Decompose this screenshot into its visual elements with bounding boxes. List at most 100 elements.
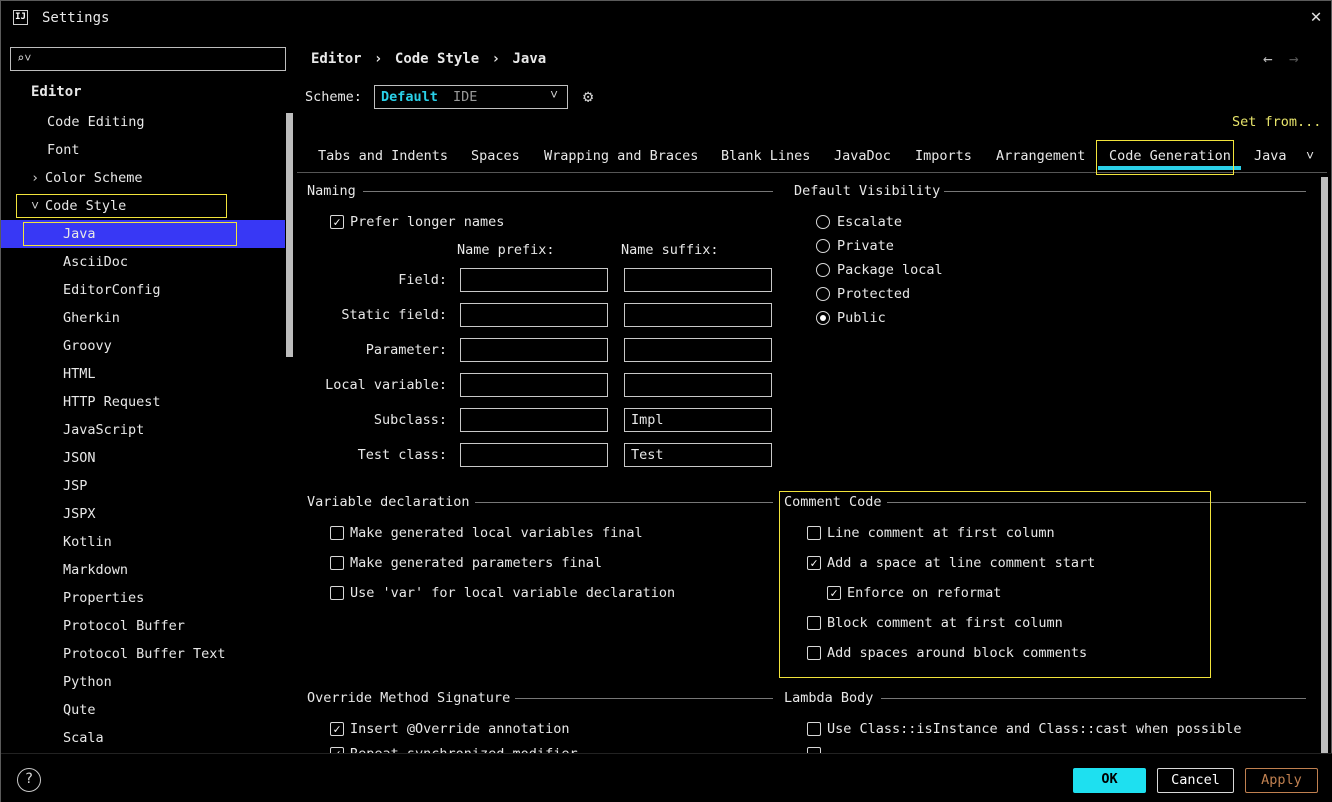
ok-button[interactable]: OK <box>1073 768 1146 793</box>
override-signature-title: Override Method Signature <box>307 690 511 706</box>
sidebar-item-markdown[interactable]: Markdown <box>63 558 128 582</box>
sidebar-scrollbar[interactable] <box>286 113 293 357</box>
sidebar-item-html[interactable]: HTML <box>63 362 96 386</box>
sidebar-item-code-editing[interactable]: Code Editing <box>47 110 145 134</box>
search-input[interactable]: ⌕˅ <box>10 47 286 71</box>
name-prefix-header: Name prefix: <box>457 242 555 258</box>
make-local-final-label: Make generated local variables final <box>350 525 643 541</box>
static-field-label: Static field: <box>341 307 447 323</box>
sidebar-item-asciidoc[interactable]: AsciiDoc <box>63 250 128 274</box>
prefer-longer-names-checkbox[interactable]: ✓ <box>330 215 344 229</box>
test-class-suffix-input[interactable]: Test <box>624 443 772 467</box>
scheme-label: Scheme: <box>305 89 362 105</box>
tab-wrapping-and-braces[interactable]: Wrapping and Braces <box>544 147 698 171</box>
comment-code-highlight-box <box>779 491 1211 678</box>
tab-java[interactable]: Java <box>1254 147 1287 171</box>
sidebar-item-font[interactable]: Font <box>47 138 80 162</box>
chevron-right-icon[interactable]: › <box>31 166 45 190</box>
public-label: Public <box>837 310 886 326</box>
parameter-prefix-input[interactable] <box>460 338 608 362</box>
default-visibility-rule <box>944 191 1306 192</box>
code-style-highlight-box <box>16 194 227 218</box>
make-params-final-checkbox[interactable] <box>330 556 344 570</box>
sidebar-item-gherkin[interactable]: Gherkin <box>63 306 120 330</box>
sidebar-item-scala[interactable]: Scala <box>63 726 104 750</box>
parameter-label: Parameter: <box>365 342 447 358</box>
field-prefix-input[interactable] <box>460 268 608 292</box>
subclass-label: Subclass: <box>373 412 447 428</box>
test-class-prefix-input[interactable] <box>460 443 608 467</box>
close-icon[interactable]: ✕ <box>1306 7 1326 27</box>
sidebar-item-http-request[interactable]: HTTP Request <box>63 390 161 414</box>
apply-button[interactable]: Apply <box>1245 768 1318 793</box>
scheme-dropdown[interactable]: Default IDE ˅ <box>374 85 568 109</box>
use-var-checkbox[interactable] <box>330 586 344 600</box>
back-arrow-icon[interactable]: ← <box>1263 49 1273 68</box>
sidebar-item-qute[interactable]: Qute <box>63 698 96 722</box>
cancel-button[interactable]: Cancel <box>1157 768 1234 793</box>
tab-arrangement[interactable]: Arrangement <box>996 147 1085 171</box>
chevron-down-icon: ˅ <box>550 87 559 103</box>
override-signature-rule <box>515 698 773 699</box>
subclass-suffix-input[interactable]: Impl <box>624 408 772 432</box>
sidebar-item-protocol-buffer-text[interactable]: Protocol Buffer Text <box>63 642 226 666</box>
escalate-label: Escalate <box>837 214 903 230</box>
sidebar-item-jsp[interactable]: JSP <box>63 474 87 498</box>
tab-imports[interactable]: Imports <box>915 147 972 171</box>
escalate-radio[interactable] <box>816 215 830 229</box>
tab-blank-lines[interactable]: Blank Lines <box>721 147 810 171</box>
static-field-prefix-input[interactable] <box>460 303 608 327</box>
sidebar-item-javascript[interactable]: JavaScript <box>63 418 144 442</box>
parameter-suffix-input[interactable] <box>624 338 772 362</box>
content-scrollbar[interactable] <box>1321 177 1328 753</box>
package-local-label: Package local <box>837 262 943 278</box>
protected-radio[interactable] <box>816 287 830 301</box>
local-variable-label: Local variable: <box>325 377 447 393</box>
breadcrumb: Editor › Code Style › Java <box>311 51 547 67</box>
naming-rule <box>363 191 773 192</box>
tabs-overflow-chevron-icon[interactable]: ˅ <box>1306 147 1314 171</box>
sidebar-item-editorconfig[interactable]: EditorConfig <box>63 278 161 302</box>
tab-javadoc[interactable]: JavaDoc <box>834 147 891 171</box>
field-label: Field: <box>398 272 447 288</box>
sidebar-item-python[interactable]: Python <box>63 670 112 694</box>
insert-override-checkbox[interactable]: ✓ <box>330 722 344 736</box>
help-icon[interactable]: ? <box>17 768 41 792</box>
dialog-footer: ? OK Cancel Apply <box>1 753 1332 802</box>
name-suffix-header: Name suffix: <box>621 242 719 258</box>
sidebar-item-protocol-buffer[interactable]: Protocol Buffer <box>63 614 185 638</box>
default-visibility-title: Default Visibility <box>794 183 941 199</box>
protected-label: Protected <box>837 286 911 302</box>
scheme-value: Default <box>381 89 438 105</box>
static-field-suffix-input[interactable] <box>624 303 772 327</box>
make-local-final-checkbox[interactable] <box>330 526 344 540</box>
sidebar-item-json[interactable]: JSON <box>63 446 96 470</box>
variable-declaration-rule <box>475 502 773 503</box>
private-radio[interactable] <box>816 239 830 253</box>
sidebar-section-editor[interactable]: Editor <box>31 80 82 104</box>
variable-declaration-title: Variable declaration <box>307 494 470 510</box>
local-variable-suffix-input[interactable] <box>624 373 772 397</box>
sidebar-item-kotlin[interactable]: Kotlin <box>63 530 112 554</box>
field-suffix-input[interactable] <box>624 268 772 292</box>
search-icon: ⌕˅ <box>17 51 32 65</box>
package-local-radio[interactable] <box>816 263 830 277</box>
sidebar-item-color-scheme[interactable]: › Color Scheme <box>31 166 143 190</box>
tab-spaces[interactable]: Spaces <box>471 147 520 171</box>
sidebar-item-groovy[interactable]: Groovy <box>63 334 112 358</box>
gear-icon[interactable]: ⚙ <box>583 87 593 107</box>
sidebar-item-jspx[interactable]: JSPX <box>63 502 96 526</box>
use-isinstance-cast-checkbox[interactable] <box>807 722 821 736</box>
sidebar-item-properties[interactable]: Properties <box>63 586 144 610</box>
code-generation-highlight-box <box>1096 140 1234 175</box>
tab-tabs-and-indents[interactable]: Tabs and Indents <box>318 147 448 171</box>
prefer-longer-names-label: Prefer longer names <box>350 214 505 230</box>
forward-arrow-icon[interactable]: → <box>1289 49 1299 68</box>
title-bar: IJ Settings ✕ <box>1 1 1332 35</box>
set-from-link[interactable]: Set from... <box>1232 114 1321 130</box>
subclass-prefix-input[interactable] <box>460 408 608 432</box>
local-variable-prefix-input[interactable] <box>460 373 608 397</box>
lambda-body-title: Lambda Body <box>784 690 874 706</box>
public-radio[interactable] <box>816 311 830 325</box>
use-var-label: Use 'var' for local variable declaration <box>350 585 676 601</box>
